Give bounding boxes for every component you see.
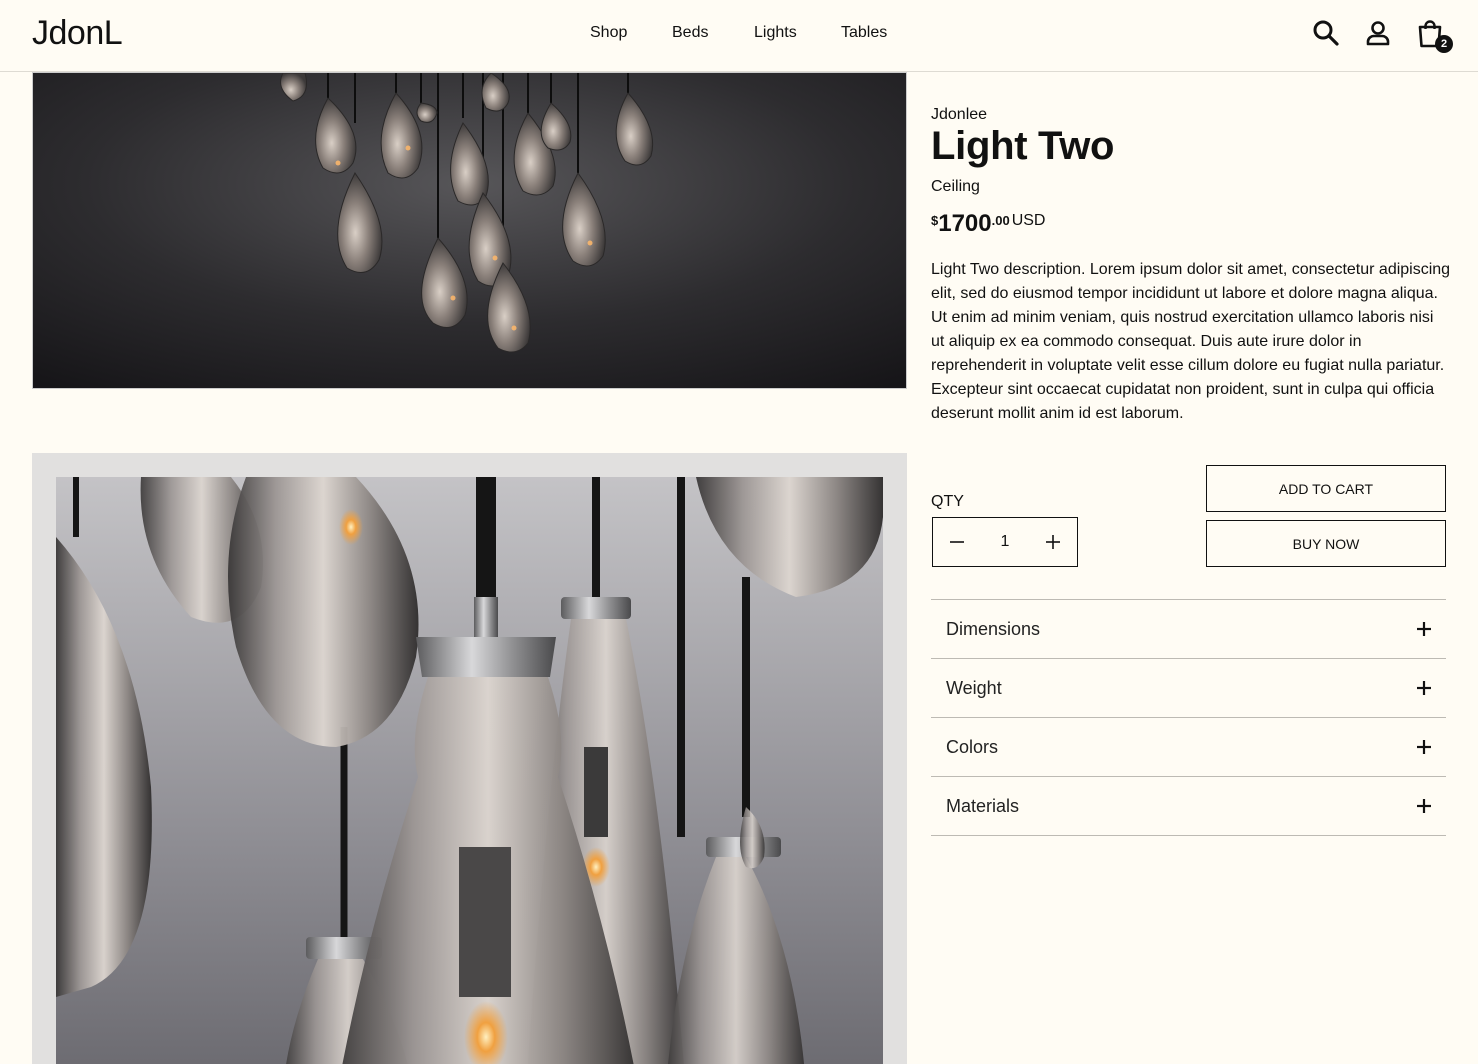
price-currency-code: USD	[1011, 212, 1046, 229]
accordion-dimensions[interactable]: Dimensions	[931, 600, 1446, 659]
price-integer: 1700	[938, 210, 992, 237]
accordion-label: Colors	[946, 736, 999, 757]
product-details-accordion: Dimensions Weight Colors Materials	[931, 599, 1446, 836]
nav-beds[interactable]: Beds	[672, 24, 708, 42]
quantity-stepper: 1	[932, 517, 1078, 567]
qty-value[interactable]: 1	[981, 533, 1029, 551]
pendants-photo	[56, 477, 883, 1064]
accordion-weight[interactable]: Weight	[931, 659, 1446, 718]
site-logo[interactable]: JdonL	[32, 14, 123, 53]
expand-plus-icon	[1417, 799, 1431, 813]
price-decimal: .00	[991, 213, 1010, 228]
search-icon[interactable]	[1311, 18, 1341, 48]
price-currency-symbol: $	[931, 213, 939, 228]
accordion-colors[interactable]: Colors	[931, 718, 1446, 777]
product-category: Ceiling	[931, 178, 980, 195]
accordion-materials[interactable]: Materials	[931, 777, 1446, 836]
nav-lights[interactable]: Lights	[754, 24, 797, 42]
site-header: JdonL Shop Beds Lights Tables 2	[0, 0, 1478, 72]
accordion-label: Materials	[946, 795, 1020, 816]
qty-increase-button[interactable]	[1029, 518, 1077, 566]
product-brand: Jdonlee	[931, 106, 988, 123]
expand-plus-icon	[1417, 740, 1431, 754]
chandelier-photo	[33, 73, 906, 388]
buy-now-button[interactable]: BUY NOW	[1206, 520, 1446, 567]
expand-plus-icon	[1417, 681, 1431, 695]
plus-icon	[1046, 535, 1060, 549]
product-image-chandelier[interactable]	[32, 72, 907, 389]
accordion-label: Dimensions	[946, 618, 1041, 639]
product-description: Light Two description. Lorem ipsum dolor…	[931, 261, 1451, 422]
product-image-pendants[interactable]	[56, 477, 883, 1064]
add-to-cart-button[interactable]: ADD TO CART	[1206, 465, 1446, 512]
account-icon[interactable]	[1363, 18, 1393, 48]
nav-shop[interactable]: Shop	[590, 24, 627, 42]
nav-tables[interactable]: Tables	[841, 24, 887, 42]
product-price: $ 1700 .00 USD	[931, 210, 1045, 238]
product-title: Light Two	[931, 124, 1115, 168]
qty-decrease-button[interactable]	[933, 518, 981, 566]
expand-plus-icon	[1417, 622, 1431, 636]
accordion-label: Weight	[946, 677, 1002, 698]
product-image-frame	[32, 453, 907, 1064]
minus-icon	[950, 541, 964, 543]
qty-label: QTY	[931, 493, 964, 510]
cart-count-badge: 2	[1435, 35, 1453, 53]
